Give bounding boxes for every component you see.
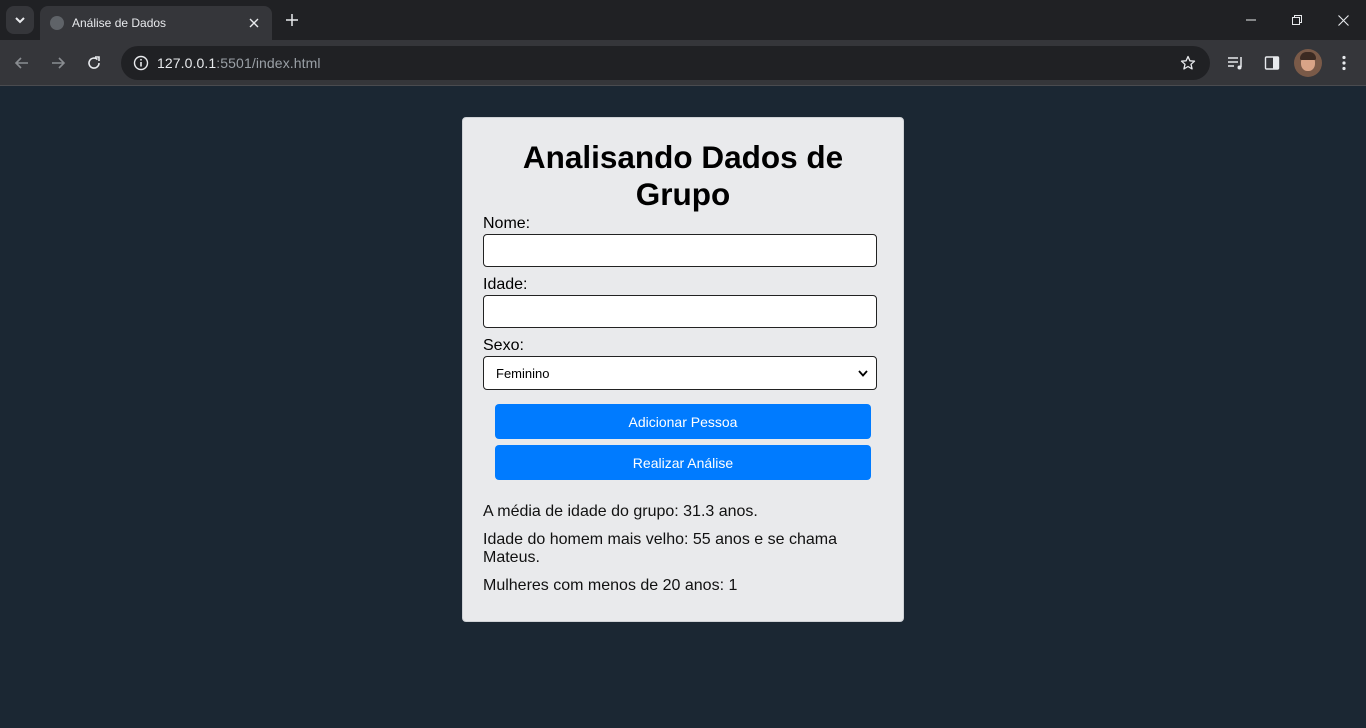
result-average-age: A média de idade do grupo: 31.3 anos. — [483, 503, 758, 520]
new-tab-button[interactable] — [280, 8, 304, 32]
address-bar[interactable]: 127.0.0.1:5501/index.html — [121, 46, 1210, 80]
age-label: Idade: — [483, 276, 528, 293]
forward-button[interactable] — [44, 49, 72, 77]
browser-tabstrip: Análise de Dados — [0, 0, 1366, 40]
run-analysis-button[interactable]: Realizar Análise — [495, 445, 871, 480]
site-info-icon[interactable] — [131, 53, 151, 73]
sex-label: Sexo: — [483, 337, 524, 354]
globe-icon — [50, 16, 64, 30]
window-controls — [1228, 0, 1366, 40]
sex-select[interactable]: Feminino — [483, 356, 877, 390]
results-section: A média de idade do grupo: 31.3 anos. Id… — [483, 503, 883, 595]
sex-select-value: Feminino — [496, 365, 550, 381]
minimize-button[interactable] — [1228, 0, 1274, 40]
browser-menu-button[interactable] — [1330, 49, 1358, 77]
add-person-button[interactable]: Adicionar Pessoa — [495, 404, 871, 439]
name-input[interactable] — [483, 234, 877, 267]
chevron-down-icon — [15, 17, 25, 24]
restore-button[interactable] — [1274, 0, 1320, 40]
browser-tab-active[interactable]: Análise de Dados — [40, 6, 272, 40]
chevron-down-icon — [858, 369, 868, 377]
bookmark-star-button[interactable] — [1178, 53, 1198, 73]
tab-title: Análise de Dados — [72, 16, 167, 30]
url-path: :5501/index.html — [216, 55, 321, 71]
arrow-right-icon — [52, 57, 66, 69]
browser-toolbar: 127.0.0.1:5501/index.html — [0, 40, 1366, 86]
more-vertical-icon — [1342, 55, 1346, 71]
tab-close-button[interactable] — [244, 13, 264, 33]
reload-icon — [88, 56, 100, 69]
analysis-card: Analisando Dados de Grupo Nome: Idade: S… — [462, 117, 904, 622]
playlist-music-icon — [1228, 57, 1242, 70]
minimize-icon — [1246, 19, 1256, 21]
side-panel-button[interactable] — [1258, 49, 1286, 77]
arrow-left-icon — [14, 57, 28, 69]
close-window-button[interactable] — [1320, 0, 1366, 40]
result-oldest-man: Idade do homem mais velho: 55 anos e se … — [483, 531, 837, 566]
tab-search-button[interactable] — [6, 6, 34, 34]
side-panel-icon — [1264, 56, 1280, 70]
restore-icon — [1292, 15, 1302, 25]
result-women-under-20: Mulheres com menos de 20 anos: 1 — [483, 577, 738, 594]
back-button[interactable] — [8, 49, 36, 77]
age-input[interactable] — [483, 295, 877, 328]
url-text: 127.0.0.1:5501/index.html — [157, 55, 321, 71]
star-icon — [1180, 55, 1196, 70]
reload-button[interactable] — [80, 49, 108, 77]
media-control-button[interactable] — [1222, 49, 1250, 77]
profile-avatar[interactable] — [1294, 49, 1322, 77]
close-icon — [1337, 14, 1349, 26]
close-icon — [249, 18, 259, 28]
avatar-hair — [1300, 52, 1316, 60]
page-title: Analisando Dados de Grupo — [522, 139, 844, 212]
plus-icon — [286, 14, 298, 26]
name-label: Nome: — [483, 215, 531, 232]
url-host: 127.0.0.1 — [157, 55, 217, 71]
